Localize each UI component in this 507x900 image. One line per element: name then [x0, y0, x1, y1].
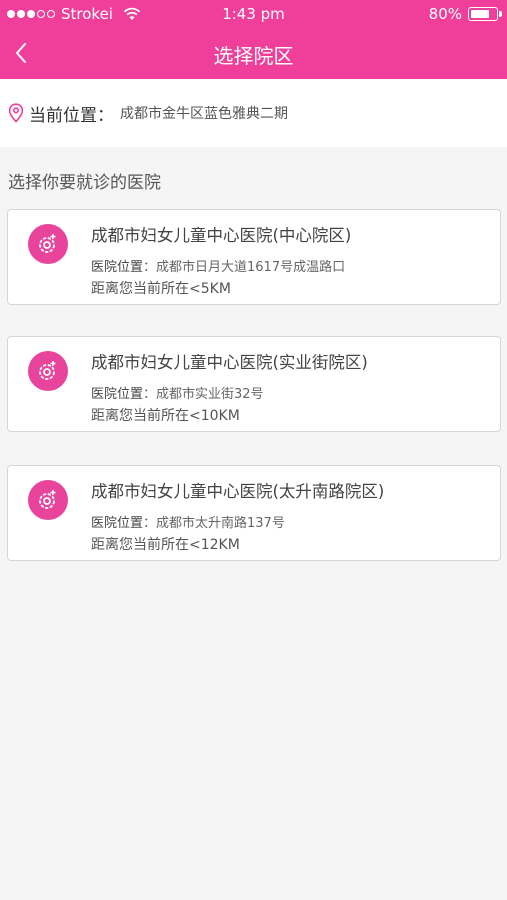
address-label: 医院位置	[91, 387, 144, 402]
address-label: 医院位置	[91, 260, 144, 275]
hospital-distance: 距离您当前所在<10KM	[91, 408, 240, 424]
battery-percent: 80%	[428, 5, 462, 23]
status-right: 80%	[428, 5, 502, 23]
status-bar: Strokei 1:43 pm 80%	[0, 0, 507, 28]
section-title: 选择你要就诊的医院	[8, 173, 161, 193]
address-value: ：成都市太升南路137号	[143, 516, 285, 531]
address-value: ：成都市实业街32号	[143, 387, 264, 402]
location-label: 当前位置：	[29, 105, 114, 126]
address-value: ：成都市日月大道1617号成温路口	[143, 260, 346, 275]
hospital-name: 成都市妇女儿童中心医院(实业街院区)	[91, 353, 368, 372]
hospital-address: 医院位置：成都市日月大道1617号成温路口	[91, 256, 345, 275]
current-location: 当前位置： 成都市金牛区蓝色雅典二期	[0, 79, 507, 147]
hospital-card[interactable]: 成都市妇女儿童中心医院(实业街院区) 医院位置：成都市实业街32号 距离您当前所…	[7, 336, 501, 432]
hospital-icon	[28, 351, 68, 391]
hospital-address: 医院位置：成都市太升南路137号	[91, 512, 285, 531]
hospital-icon	[28, 224, 68, 264]
hospital-distance: 距离您当前所在<5KM	[91, 281, 231, 297]
battery-icon	[468, 7, 502, 21]
map-pin-icon	[8, 103, 24, 123]
hospital-distance: 距离您当前所在<12KM	[91, 537, 240, 553]
nav-bar: 选择院区	[0, 28, 507, 79]
hospital-name: 成都市妇女儿童中心医院(中心院区)	[91, 226, 352, 245]
hospital-card[interactable]: 成都市妇女儿童中心医院(太升南路院区) 医院位置：成都市太升南路137号 距离您…	[7, 465, 501, 561]
page-title: 选择院区	[213, 44, 294, 68]
hospital-address: 医院位置：成都市实业街32号	[91, 383, 264, 402]
address-label: 医院位置	[91, 516, 144, 531]
hospital-card[interactable]: 成都市妇女儿童中心医院(中心院区) 医院位置：成都市日月大道1617号成温路口 …	[7, 209, 501, 305]
location-value: 成都市金牛区蓝色雅典二期	[120, 106, 288, 122]
hospital-name: 成都市妇女儿童中心医院(太升南路院区)	[91, 482, 385, 501]
hospital-icon	[28, 480, 68, 520]
